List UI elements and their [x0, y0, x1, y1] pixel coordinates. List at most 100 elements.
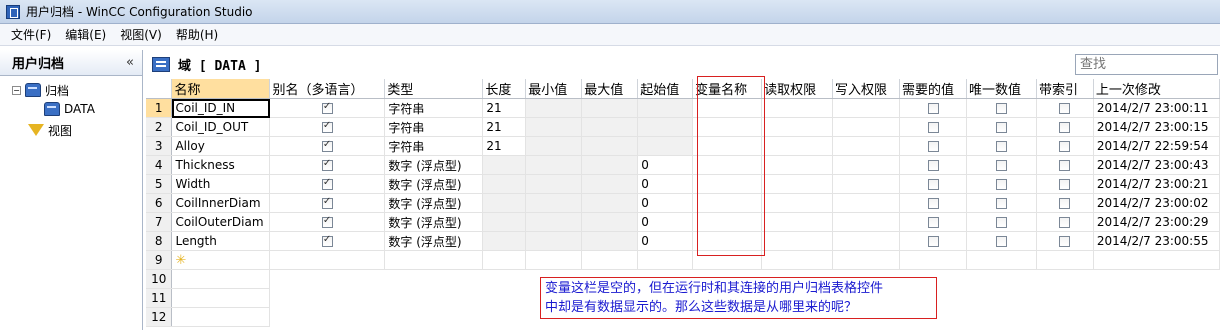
empty-cell[interactable] [385, 289, 483, 308]
row-number[interactable]: 12 [146, 307, 173, 327]
alias-checkbox[interactable] [321, 120, 333, 133]
name-cell[interactable] [171, 307, 271, 327]
unique-checkbox[interactable] [995, 217, 1007, 228]
table-row[interactable]: 7CoilOuterDiam 数字 (浮点型) 0 2014/2/7 23:00:29 [146, 212, 1220, 232]
unique-checkbox[interactable] [995, 141, 1007, 152]
empty-cell[interactable] [270, 270, 385, 289]
name-cell[interactable] [171, 269, 271, 289]
min-value-cell[interactable] [525, 193, 583, 213]
empty-cell[interactable] [1036, 308, 1093, 327]
read-access-cell[interactable] [761, 98, 834, 118]
required-checkbox[interactable] [927, 198, 939, 209]
min-value-cell[interactable] [525, 117, 583, 137]
type-cell[interactable]: 字符串 [384, 136, 484, 156]
max-value-cell[interactable] [581, 117, 639, 137]
empty-cell[interactable] [899, 250, 967, 270]
menu-edit[interactable]: 编辑(E) [58, 26, 113, 43]
column-header-max[interactable]: 最大值 [581, 79, 639, 99]
empty-cell[interactable] [1093, 289, 1219, 308]
empty-cell[interactable] [482, 250, 527, 270]
max-value-cell[interactable] [581, 193, 639, 213]
empty-cell[interactable] [637, 250, 694, 270]
max-value-cell[interactable] [581, 231, 639, 251]
search-input[interactable] [1075, 54, 1218, 75]
row-number[interactable]: 5 [146, 174, 173, 194]
empty-cell[interactable] [1093, 308, 1219, 327]
alias-checkbox[interactable] [321, 234, 333, 247]
expander-icon[interactable]: − [12, 85, 21, 95]
column-header-type[interactable]: 类型 [384, 79, 484, 99]
max-value-cell[interactable] [581, 136, 639, 156]
empty-cell[interactable] [966, 270, 1036, 289]
start-value-cell[interactable]: 0 [637, 212, 694, 232]
indexed-checkbox[interactable] [1059, 103, 1071, 114]
alias-checkbox[interactable] [321, 101, 333, 114]
table-row[interactable]: 6CoilInnerDiam 数字 (浮点型) 0 2014/2/7 23:00:02 [146, 193, 1220, 213]
collapse-panel-button[interactable]: « [126, 55, 134, 70]
length-cell[interactable]: 21 [482, 98, 527, 118]
table-row[interactable]: 1Coil_ID_IN 字符串21 2014/2/7 23:00:11 [146, 98, 1220, 118]
start-value-cell[interactable] [637, 136, 694, 156]
name-cell[interactable]: Width [171, 174, 271, 194]
write-access-cell[interactable] [832, 212, 901, 232]
start-value-cell[interactable] [637, 117, 694, 137]
start-value-cell[interactable] [637, 98, 694, 118]
alias-checkbox[interactable] [321, 196, 333, 209]
tree-item-data[interactable]: DATA [44, 100, 95, 118]
empty-cell[interactable] [1093, 270, 1219, 289]
alias-checkbox[interactable] [321, 139, 333, 152]
read-access-cell[interactable] [761, 155, 834, 175]
required-checkbox[interactable] [927, 236, 939, 247]
write-access-cell[interactable] [832, 193, 901, 213]
read-access-cell[interactable] [761, 136, 834, 156]
empty-cell[interactable] [525, 250, 583, 270]
type-cell[interactable]: 字符串 [384, 117, 484, 137]
table-row[interactable]: 5Width 数字 (浮点型) 0 2014/2/7 23:00:21 [146, 174, 1220, 194]
type-cell[interactable]: 数字 (浮点型) [384, 155, 484, 175]
length-cell[interactable] [482, 193, 527, 213]
max-value-cell[interactable] [581, 98, 639, 118]
indexed-checkbox[interactable] [1059, 198, 1071, 209]
type-cell[interactable]: 数字 (浮点型) [384, 174, 484, 194]
unique-checkbox[interactable] [995, 160, 1007, 171]
min-value-cell[interactable] [525, 155, 583, 175]
column-header-read-access[interactable]: 读取权限 [761, 79, 834, 99]
indexed-checkbox[interactable] [1059, 236, 1071, 247]
read-access-cell[interactable] [761, 117, 834, 137]
row-number[interactable]: 8 [146, 231, 173, 251]
empty-cell[interactable] [483, 289, 526, 308]
empty-cell[interactable] [1036, 270, 1093, 289]
length-cell[interactable]: 21 [482, 136, 527, 156]
empty-cell[interactable] [966, 289, 1036, 308]
indexed-checkbox[interactable] [1059, 160, 1071, 171]
alias-checkbox[interactable] [321, 158, 333, 171]
read-access-cell[interactable] [761, 174, 834, 194]
column-header-alias[interactable]: 别名（多语言） [269, 79, 386, 99]
empty-cell[interactable] [483, 270, 526, 289]
read-access-cell[interactable] [761, 193, 834, 213]
row-number[interactable]: 2 [146, 117, 173, 137]
write-access-cell[interactable] [832, 155, 901, 175]
row-number[interactable]: 3 [146, 136, 173, 156]
write-access-cell[interactable] [832, 231, 901, 251]
empty-cell[interactable] [966, 250, 1037, 270]
column-header-name[interactable]: 名称 [171, 79, 271, 99]
menu-view[interactable]: 视图(V) [113, 26, 169, 43]
start-value-cell[interactable]: 0 [637, 155, 694, 175]
row-number[interactable]: 4 [146, 155, 173, 175]
table-row[interactable]: 2Coil_ID_OUT 字符串21 2014/2/7 23:00:15 [146, 117, 1220, 137]
name-cell[interactable]: Length [171, 231, 271, 251]
column-header-length[interactable]: 长度 [482, 79, 527, 99]
max-value-cell[interactable] [581, 174, 639, 194]
row-number[interactable]: 11 [146, 288, 173, 308]
empty-cell[interactable] [832, 250, 901, 270]
type-cell[interactable]: 数字 (浮点型) [384, 193, 484, 213]
unique-checkbox[interactable] [995, 198, 1007, 209]
row-number[interactable]: 1 [146, 98, 173, 118]
column-header-indexed[interactable]: 带索引 [1036, 79, 1094, 99]
min-value-cell[interactable] [525, 231, 583, 251]
type-cell[interactable]: 字符串 [384, 98, 484, 118]
length-cell[interactable] [482, 212, 527, 232]
indexed-checkbox[interactable] [1059, 179, 1071, 190]
empty-cell[interactable] [1036, 250, 1094, 270]
